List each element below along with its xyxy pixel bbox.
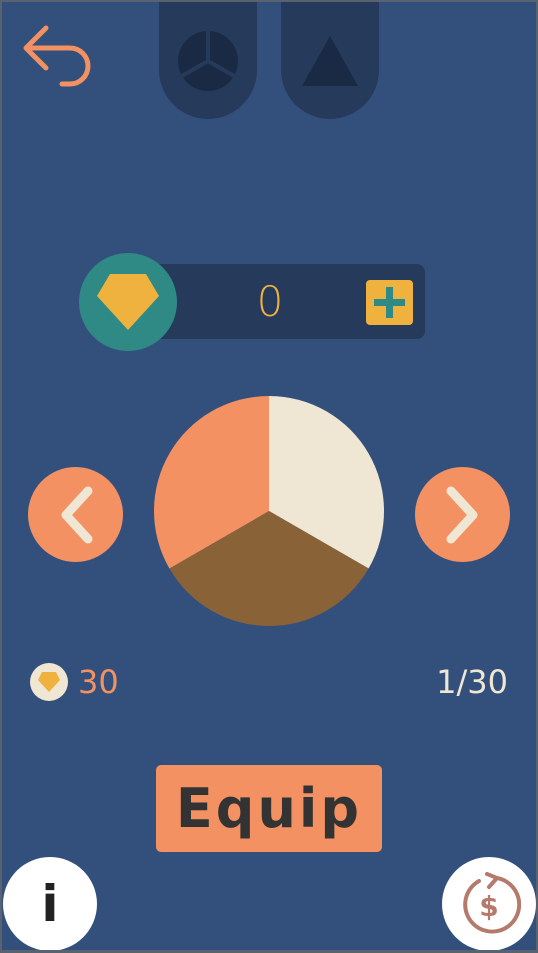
plus-icon — [374, 287, 405, 318]
info-button[interactable]: i — [3, 857, 97, 950]
shop-button[interactable]: $ — [442, 857, 536, 950]
pie-shape-icon — [178, 30, 238, 91]
shape-preview-pie — [153, 396, 385, 627]
gem-icon — [38, 672, 60, 692]
gem-count: 0 — [256, 277, 284, 326]
svg-text:$: $ — [479, 890, 498, 923]
previous-item-button[interactable] — [28, 467, 123, 562]
gem-icon — [97, 274, 159, 330]
back-button[interactable] — [20, 22, 94, 88]
chevron-right-icon — [446, 486, 477, 543]
next-item-button[interactable] — [415, 467, 510, 562]
item-index: 1/30 — [436, 663, 508, 701]
tab-triangle-shapes[interactable] — [281, 2, 379, 119]
chevron-left-icon — [61, 486, 92, 543]
price-gem-icon — [30, 663, 68, 701]
item-price: 30 — [78, 663, 119, 701]
add-gems-button[interactable] — [366, 280, 413, 325]
triangle-shape-icon — [302, 35, 358, 86]
refresh-dollar-icon: $ — [463, 872, 521, 934]
gem-badge — [79, 253, 177, 351]
game-screen: 0 30 1/30 Equip i $ — [2, 2, 536, 950]
equip-button[interactable]: Equip — [156, 765, 382, 852]
tab-pie-shapes[interactable] — [159, 2, 257, 119]
info-label: i — [41, 875, 59, 933]
back-arrow-icon — [23, 25, 91, 87]
